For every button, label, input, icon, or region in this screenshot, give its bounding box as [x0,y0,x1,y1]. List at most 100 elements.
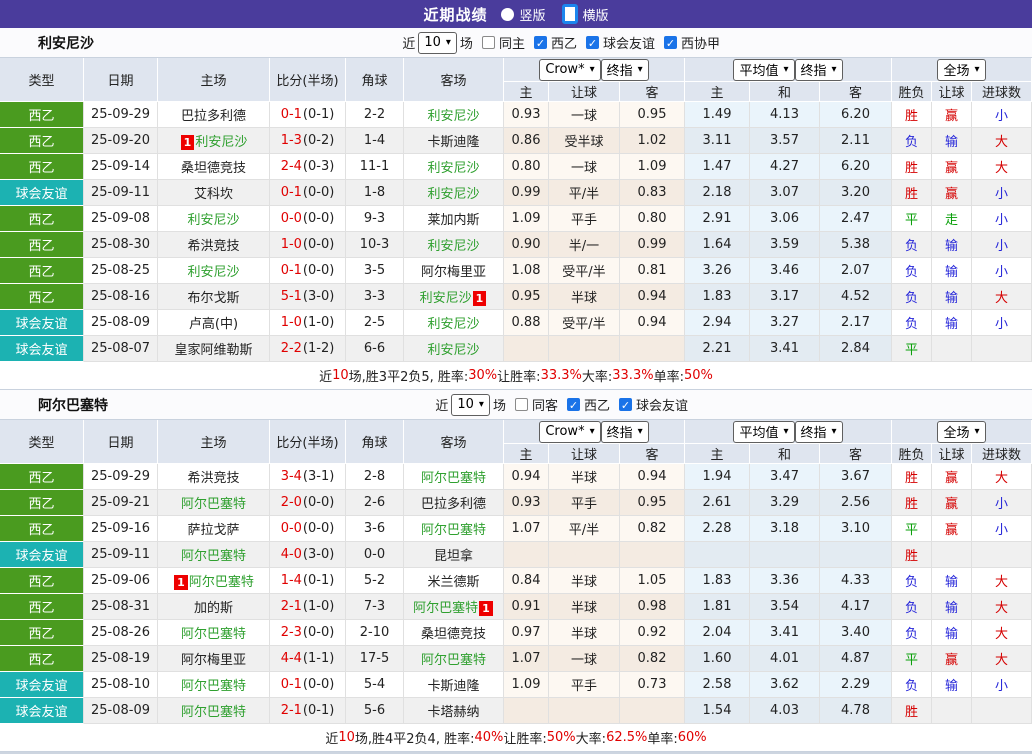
avg-home-odds-cell: 1.60 [685,646,750,672]
team-name: 利安尼沙 [427,105,479,124]
column-header-3: 比分(半场) [270,58,346,102]
crow-away-odds-cell: 0.92 [620,620,685,646]
result-text: 赢 [944,497,958,512]
crow-away-odds-cell: 1.05 [620,568,685,594]
chevron-down-icon: ▾ [637,425,643,437]
full-match-select[interactable]: 全场 ▾ [937,58,986,81]
fulltime-score: 0-0 [280,211,302,226]
average-select[interactable]: 平均值 ▾ [733,420,795,443]
column-header-4: 角球 [346,58,404,102]
result-text: 小 [994,213,1008,228]
team-name: 利安尼沙 [187,261,239,280]
radio-vertical-label[interactable]: 竖版 [519,5,545,24]
radio-horizontal-label[interactable]: 横版 [583,5,609,24]
match-row: 球会友谊 25-08-10 阿尔巴塞特 0-1 (0-0) 5-4 卡斯迪隆 1.09 平手 0.… [0,672,1032,698]
avg-home-odds-cell: 2.94 [685,310,750,336]
match-row: 西乙 25-08-30 希洪竞技 1-0 (0-0) 10-3 利安尼沙 0.90 半/一 0.9… [0,232,1032,258]
column-header-2: 主场 [158,420,270,464]
same-venue-checkbox[interactable] [514,398,528,411]
match-count-select[interactable]: 10 ▾ [418,31,457,54]
result-text: 平 [904,653,918,668]
team-name-text: 阿尔巴塞特 [180,705,246,720]
result-cell: 负 [892,568,932,594]
result-text: 胜 [904,549,918,564]
final-odds-select-2-value: 终指 [800,426,827,441]
fulltime-score: 2-4 [280,159,302,174]
fulltime-score: 2-0 [280,495,302,510]
halftime-score: (0-1) [302,107,335,122]
team-name: 1 阿尔巴塞特 [173,571,254,590]
crow-away-odds-cell: 1.09 [620,154,685,180]
league-type-cell: 西乙 [0,516,84,542]
crow-home-odds-cell: 1.09 [504,672,549,698]
average-select[interactable]: 平均值 ▾ [733,58,795,81]
full-match-select[interactable]: 全场 ▾ [937,420,986,443]
score-cell: 2-1 (1-0) [270,594,346,620]
league-filter-checkbox-1[interactable]: ✓ [585,36,599,50]
match-count-select[interactable]: 10 ▾ [451,393,490,416]
league-filter-label-1[interactable]: 球会友谊 [603,33,655,52]
match-date-cell: 25-08-26 [84,620,158,646]
column-header-5: 客场 [404,420,504,464]
stats-summary: 近 10 场,胜3平2负5, 胜率: 30% 让胜率: 33.3% 大率: 33.3% 单… [0,362,1032,390]
crow-away-odds-cell: 0.73 [620,672,685,698]
match-date-cell: 25-08-09 [84,698,158,724]
radio-horizontal-layout[interactable]: 横版 [561,4,609,24]
sub-column-header-8: 进球数 [972,444,1032,464]
score-cell: 2-4 (0-3) [270,154,346,180]
league-filter-checkbox-0[interactable]: ✓ [566,398,580,412]
match-row: 西乙 25-08-25 利安尼沙 0-1 (0-0) 3-5 阿尔梅里亚 1.08 受平/半 0.… [0,258,1032,284]
chevron-down-icon: ▾ [478,398,484,410]
home-team-cell: 阿尔巴塞特 [158,620,270,646]
same-venue-label[interactable]: 同主 [499,33,525,52]
corner-cell: 3-3 [346,284,404,310]
crow-home-odds-cell: 0.86 [504,128,549,154]
score-cell: 4-4 (1-1) [270,646,346,672]
same-venue-checkbox[interactable] [481,36,495,49]
bookmaker-select[interactable]: Crow* ▾ [539,420,601,443]
summary-segment: 场,胜4平2负4, 胜率: [354,732,475,747]
summary-segment: 62.5% [606,730,648,745]
league-filter-checkbox-1[interactable]: ✓ [618,398,632,412]
league-filter-checkbox-0[interactable]: ✓ [533,36,547,50]
radio-vertical-layout[interactable]: 竖版 [501,5,546,24]
same-venue-label[interactable]: 同客 [532,395,558,414]
result-cell: 负 [892,620,932,646]
team-name: 桑坦德竞技 [421,623,486,642]
final-odds-select[interactable]: 终指 ▾ [600,58,649,81]
page-title: 近期战绩 [423,5,488,24]
recent-results-panel: 近期战绩 竖版 横版 利安尼沙近 10 ▾ 场同主 ✓ 西乙 ✓ 球会友谊 ✓ 西协甲 类型 日期 主场… [0,0,1032,754]
radio-unselected-icon[interactable] [501,7,515,21]
radio-selected-icon[interactable] [561,4,578,24]
bookmaker-select[interactable]: Crow* ▾ [539,58,601,81]
team-name: 利安尼沙 [187,209,239,228]
team-name-text: 桑坦德竞技 [180,161,246,176]
team-name-text: 阿尔梅里亚 [420,265,486,280]
league-filter-label-0[interactable]: 西乙 [551,33,577,52]
crow-handicap-cell: 半/一 [549,232,620,258]
away-team-cell: 阿尔梅里亚 [404,258,504,284]
final-odds-select-2[interactable]: 终指 ▾ [794,58,843,81]
avg-away-odds-cell: 4.52 [820,284,892,310]
league-filter-label-1[interactable]: 球会友谊 [636,395,688,414]
league-filter-label-0[interactable]: 西乙 [584,395,610,414]
halftime-score: (0-2) [302,133,335,148]
final-odds-select-2[interactable]: 终指 ▾ [794,420,843,443]
home-team-cell: 阿尔梅里亚 [158,646,270,672]
team-name: 利安尼沙 1 [420,287,488,306]
fulltime-score: 3-4 [280,469,302,484]
crow-handicap-cell: 半球 [549,620,620,646]
crow-home-odds-cell: 0.90 [504,232,549,258]
avg-draw-odds-cell: 3.62 [750,672,820,698]
result-text: 输 [944,135,958,150]
league-filter-checkbox-2[interactable]: ✓ [663,36,677,50]
final-odds-select[interactable]: 终指 ▾ [600,420,649,443]
match-row: 球会友谊 25-09-11 阿尔巴塞特 4-0 (3-0) 0-0 昆坦拿胜 [0,542,1032,568]
result-text: 大 [994,627,1008,642]
crow-handicap-cell: 一球 [549,646,620,672]
score-cell: 0-1 (0-0) [270,672,346,698]
league-filter-label-2[interactable]: 西协甲 [681,33,720,52]
league-type-cell: 球会友谊 [0,336,84,362]
summary-segment: 场,胜3平2负5, 胜率: [348,370,469,385]
crow-handicap-cell: 半球 [549,594,620,620]
